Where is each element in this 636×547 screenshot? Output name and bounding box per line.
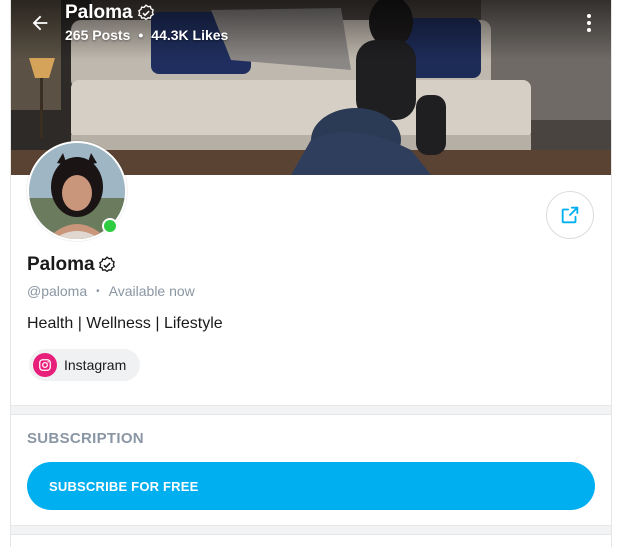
- back-button[interactable]: [27, 10, 53, 36]
- subscription-title: SUBSCRIPTION: [27, 430, 144, 447]
- verified-icon: [98, 256, 115, 273]
- verified-icon: [137, 4, 154, 21]
- more-options-button[interactable]: [583, 10, 595, 36]
- profile-handle: @paloma: [27, 283, 88, 299]
- likes-count: 44.3K Likes: [151, 27, 229, 43]
- share-icon: [561, 206, 579, 224]
- header-name: Paloma: [65, 2, 133, 23]
- instagram-link[interactable]: Instagram: [29, 349, 141, 381]
- handle-row: @paloma • Available now: [27, 283, 195, 299]
- arrow-left-icon: [32, 15, 48, 31]
- posts-count: 265 Posts: [65, 27, 131, 43]
- profile-card: Paloma 265 Posts • 44.3K Likes Paloma @p…: [10, 0, 612, 547]
- availability-status: Available now: [108, 283, 195, 299]
- profile-name-row: Paloma: [27, 254, 116, 276]
- subscribe-button-label: SUBSCRIBE FOR FREE: [49, 478, 199, 494]
- instagram-icon: [33, 353, 57, 377]
- stats-separator: •: [138, 27, 144, 43]
- profile-bio: Health | Wellness | Lifestyle: [27, 315, 223, 332]
- more-dot-icon: [587, 14, 591, 18]
- section-divider: [11, 405, 611, 415]
- handle-separator: •: [96, 285, 100, 297]
- header-name-row: Paloma: [65, 2, 228, 24]
- more-dot-icon: [587, 28, 591, 32]
- subscribe-button[interactable]: SUBSCRIBE FOR FREE: [27, 462, 595, 510]
- profile-name: Paloma: [27, 254, 95, 275]
- section-divider: [11, 525, 611, 535]
- header-info: Paloma 265 Posts • 44.3K Likes: [65, 2, 228, 43]
- more-dot-icon: [587, 21, 591, 25]
- header-stats: 265 Posts • 44.3K Likes: [65, 27, 228, 43]
- share-button[interactable]: [546, 191, 594, 239]
- online-status-dot: [102, 218, 118, 234]
- instagram-label: Instagram: [64, 357, 127, 373]
